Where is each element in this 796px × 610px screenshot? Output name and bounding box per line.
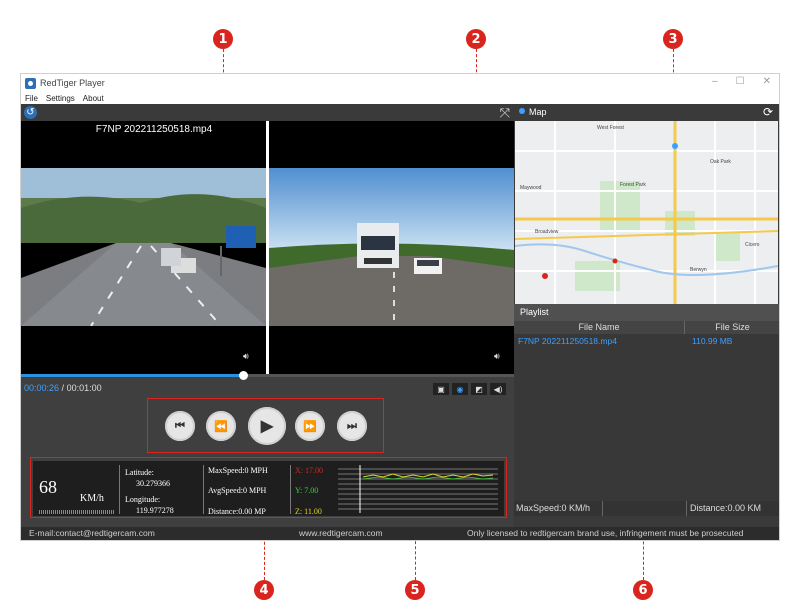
callout-1: 1 [213, 29, 233, 49]
playlist-title: Playlist [520, 307, 549, 317]
playback-controls: ⏮ ⏪ ▶ ⏩ ⏭ [147, 398, 384, 453]
video-area: F7NP 202211250518.mp4 🔊︎ 🔊︎ [21, 121, 514, 374]
footer-email: E-mail:contact@redtigercam.com [29, 528, 155, 538]
progress-handle[interactable] [238, 371, 248, 380]
progress-fill [21, 374, 243, 377]
footer-website: www.redtigercam.com [299, 528, 383, 538]
speed-value: 68 [39, 477, 57, 497]
play-button[interactable]: ▶ [248, 407, 286, 445]
window-controls: – ☐ ✕ [712, 76, 771, 87]
callout-4: 4 [254, 580, 274, 600]
menu-about[interactable]: About [83, 94, 104, 103]
menu-file[interactable]: File [25, 94, 38, 103]
speed-unit: KM/h [80, 493, 104, 504]
maximize-button[interactable]: ☐ [736, 76, 745, 87]
front-road-scene [21, 168, 266, 326]
back-icon[interactable]: ↺ [24, 106, 37, 119]
screenshot-icon[interactable]: ▣ [433, 383, 449, 395]
map-label-forest-park: Forest Park [620, 182, 646, 188]
rear-camera-view[interactable] [269, 168, 514, 326]
map-graphic: West Forest Forest Park Oak Park Maywood… [515, 121, 778, 304]
gsensor-graph [338, 465, 498, 513]
separator-3 [290, 465, 291, 514]
map-label-west-forest: West Forest [597, 125, 624, 131]
time-display: 00:00:26 / 00:01:00 [24, 383, 102, 393]
footer-notice: Only licensed to redtigercam brand use, … [467, 528, 744, 538]
refresh-icon[interactable]: ⟳ [763, 105, 773, 119]
close-button[interactable]: ✕ [763, 76, 771, 87]
side-pane: Map ⟳ West Forest Forest Park Oak Park M… [514, 104, 779, 527]
menu-bar: File Settings About [21, 92, 779, 104]
map-label-cicero: Cicero [745, 242, 760, 248]
separator-1 [119, 465, 120, 514]
latitude-label: Latitude: [125, 468, 154, 477]
distance-mp: Distance:0.00 MP [208, 507, 266, 516]
time-separator: / [59, 383, 67, 393]
map-label-broadview: Broadview [535, 229, 559, 235]
playlist-row-name[interactable]: F7NP 202211250518.mp4 [518, 336, 617, 346]
rear-road-scene [269, 168, 514, 326]
video-toolbar: ↺ ⤧ [21, 104, 514, 121]
distance-km: Distance:0.00 KM [690, 503, 762, 513]
gsensor-z: Z: 11.00 [295, 507, 322, 516]
map-label-berwyn: Berwyn [690, 267, 707, 273]
map-label-oak-park: Oak Park [710, 159, 731, 165]
callout-3: 3 [663, 29, 683, 49]
app-logo-icon [25, 77, 36, 89]
fullscreen-icon[interactable]: ⤧ [500, 105, 510, 121]
gsensor-x: X: 17.00 [295, 466, 323, 475]
total-time: 00:01:00 [66, 383, 102, 393]
max-speed-kmh: MaxSpeed:0 KM/h [516, 503, 591, 513]
rotate-icon[interactable]: ◩ [471, 383, 487, 395]
stat-separator-2 [686, 501, 687, 516]
telemetry-panel: 68 KM/h Latitude: 30.279366 Longitude: 1… [30, 457, 507, 518]
sync-icon[interactable]: ◉ [452, 383, 468, 395]
avg-speed-mph: AvgSpeed:0 MPH [208, 486, 267, 495]
next-button[interactable]: ⏭ [337, 411, 367, 441]
map-title: Map [529, 107, 547, 117]
stat-separator-1 [602, 501, 603, 516]
playlist-row-size[interactable]: 110.99 MB [692, 336, 732, 346]
front-volume-icon[interactable]: 🔊︎ [243, 351, 249, 362]
video-pane: ↺ ⤧ F7NP 202211250518.mp4 🔊︎ 🔊︎ 00:00:26… [21, 104, 514, 540]
playlist-body [514, 334, 779, 501]
rewind-button[interactable]: ⏪ [206, 411, 236, 441]
speed-bar-gauge [39, 510, 115, 514]
menu-settings[interactable]: Settings [46, 94, 75, 103]
callout-6: 6 [633, 580, 653, 600]
map-header: Map ⟳ [514, 104, 779, 121]
telemetry-background: 68 KM/h Latitude: 30.279366 Longitude: 1… [33, 461, 504, 516]
column-file-size[interactable]: File Size [686, 321, 779, 334]
callout-5: 5 [405, 580, 425, 600]
map-view[interactable]: West Forest Forest Park Oak Park Maywood… [515, 121, 778, 304]
fast-forward-button[interactable]: ⏩ [295, 411, 325, 441]
longitude-value: 119.977278 [136, 506, 174, 515]
footer-bar: E-mail:contact@redtigercam.com www.redti… [21, 527, 779, 540]
stats-bar: MaxSpeed:0 KM/h Distance:0.00 KM [514, 501, 779, 516]
playlist-header: Playlist [514, 304, 779, 321]
playlist-columns: File Name File Size [514, 321, 779, 334]
front-camera-view[interactable] [21, 168, 266, 326]
longitude-label: Longitude: [125, 495, 161, 504]
progress-bar[interactable] [21, 371, 514, 380]
screenshot-root: 1 2 3 4 5 6 RedTiger Player – ☐ ✕ File S… [0, 0, 796, 610]
max-speed-mph: MaxSpeed:0 MPH [208, 466, 268, 475]
separator-2 [203, 465, 204, 514]
callout-2: 2 [466, 29, 486, 49]
column-file-name[interactable]: File Name [514, 321, 685, 334]
previous-button[interactable]: ⏮ [165, 411, 195, 441]
volume-icon[interactable]: ◀) [490, 383, 506, 395]
rear-volume-icon[interactable]: 🔊︎ [494, 351, 500, 362]
video-file-title: F7NP 202211250518.mp4 [95, 124, 213, 135]
map-label-maywood: Maywood [520, 185, 542, 191]
title-bar: RedTiger Player – ☐ ✕ [21, 74, 779, 92]
view-tools: ▣ ◉ ◩ ◀) [433, 383, 506, 395]
player-window: RedTiger Player – ☐ ✕ File Settings Abou… [20, 73, 780, 541]
current-time: 00:00:26 [24, 383, 60, 393]
minimize-button[interactable]: – [712, 76, 718, 87]
app-title: RedTiger Player [40, 78, 105, 88]
latitude-value: 30.279366 [136, 479, 170, 488]
gsensor-y: Y: 7.00 [295, 486, 319, 495]
map-pin-icon [519, 108, 525, 114]
